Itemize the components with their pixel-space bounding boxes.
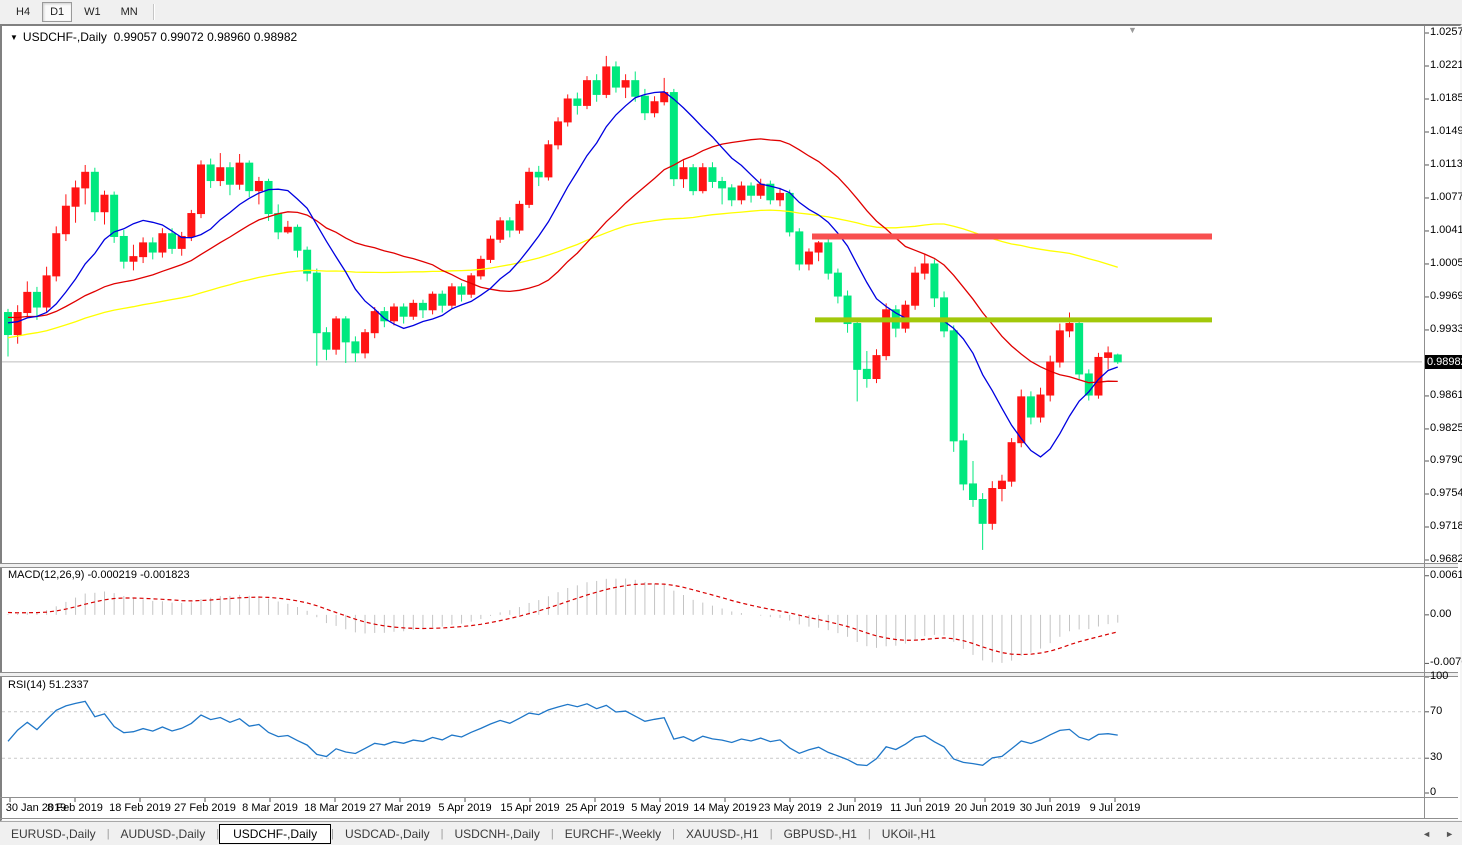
price-axis-border <box>1424 26 1425 818</box>
price-tick: 0.97540 <box>1430 487 1462 499</box>
chart-tab-ukoil-h1[interactable]: UKOil-,H1 <box>871 825 947 843</box>
price-tick: 0.98250 <box>1430 421 1462 434</box>
price-tick: 0.99330 <box>1430 322 1462 335</box>
rsi-indicator-label: RSI(14) 51.2337 <box>8 679 89 691</box>
timeframe-button-h4[interactable]: H4 <box>8 2 38 22</box>
price-tick: 1.00410 <box>1430 223 1462 236</box>
timeframe-button-w1[interactable]: W1 <box>76 2 109 22</box>
macd-tick: -0.00761 <box>1430 656 1462 669</box>
chart-tab-gbpusd-h1[interactable]: GBPUSD-,H1 <box>773 825 868 843</box>
chart-title: ▼ USDCHF-,Daily 0.99057 0.99072 0.98960 0… <box>10 30 297 44</box>
macd-signal-value: -0.001823 <box>140 569 190 581</box>
price-tick: 1.01490 <box>1430 124 1462 137</box>
current-price-tag: 0.98982 <box>1425 354 1462 369</box>
tab-scroll-right-icon[interactable]: ► <box>1445 829 1454 839</box>
rsi-tick: 100 <box>1430 670 1449 682</box>
price-tick: 0.96820 <box>1430 553 1462 565</box>
macd-name: MACD(12,26,9) <box>8 569 85 581</box>
macd-tick: 0.00 <box>1430 607 1452 620</box>
rsi-value: 51.2337 <box>48 679 89 691</box>
price-tick: 1.02210 <box>1430 58 1462 71</box>
macd-indicator-label: MACD(12,26,9) -0.000219 -0.001823 <box>8 569 190 581</box>
timeframe-toolbar: H4 D1 W1 MN <box>0 0 1462 25</box>
date-tick-label: 9 Jul 2019 <box>1089 802 1141 814</box>
ohlc-low: 0.98960 <box>207 30 251 44</box>
ohlc-open: 0.99057 <box>113 30 157 44</box>
pane-separator <box>0 797 1458 798</box>
rsi-tick: 30 <box>1430 751 1443 764</box>
macd-tick: 0.00613 <box>1430 568 1462 581</box>
pane-separator[interactable] <box>0 563 1458 568</box>
price-tick: 0.99690 <box>1430 289 1462 302</box>
macd-main-value: -0.000219 <box>87 569 138 581</box>
price-tick: 0.97180 <box>1430 520 1462 532</box>
chart-tab-usdcad-daily[interactable]: USDCAD-,Daily <box>334 825 441 843</box>
chart-tab-eurchf-weekly[interactable]: EURCHF-,Weekly <box>554 825 672 843</box>
toolbar-separator <box>152 4 155 20</box>
tab-scroll-left-icon[interactable]: ◄ <box>1422 829 1431 839</box>
chart-tab-usdchf-daily[interactable]: USDCHF-,Daily <box>219 824 332 844</box>
chart-tab-bar: EURUSD-,Daily | AUDUSD-,Daily | USDCHF-,Dail… <box>0 821 1462 845</box>
price-tick: 1.01130 <box>1430 157 1462 170</box>
chart-window[interactable] <box>0 24 1462 822</box>
price-tick: 1.00770 <box>1430 190 1462 203</box>
timeframe-button-d1[interactable]: D1 <box>42 2 73 22</box>
price-tick: 0.97900 <box>1430 454 1462 467</box>
ohlc-high: 0.99072 <box>160 30 204 44</box>
symbol-dropdown-icon[interactable]: ▼ <box>10 33 18 42</box>
price-tick: 1.01850 <box>1430 91 1462 104</box>
chart-tab-audusd-daily[interactable]: AUDUSD-,Daily <box>110 825 217 843</box>
chart-tab-eurusd-daily[interactable]: EURUSD-,Daily <box>0 825 107 843</box>
price-tick: 1.00050 <box>1430 256 1462 269</box>
mt4-workspace: H4 D1 W1 MN ▼ USDCHF-,Daily 0.99057 0.99072 … <box>0 0 1462 845</box>
price-tick: 1.02570 <box>1430 26 1462 38</box>
ohlc-close: 0.98982 <box>253 30 298 44</box>
symbol-name: USDCHF-,Daily <box>22 30 107 44</box>
rsi-tick: 0 <box>1430 786 1437 798</box>
date-axis-border <box>0 818 1458 819</box>
price-tick: 0.98610 <box>1430 388 1462 401</box>
chart-shift-marker-icon: ▼ <box>1128 25 1137 35</box>
rsi-tick: 70 <box>1430 704 1443 717</box>
rsi-name: RSI(14) <box>8 679 46 691</box>
chart-tab-usdcnh-daily[interactable]: USDCNH-,Daily <box>444 825 551 843</box>
pane-separator[interactable] <box>0 672 1458 677</box>
chart-tab-xauusd-h1[interactable]: XAUUSD-,H1 <box>675 825 770 843</box>
timeframe-button-mn[interactable]: MN <box>113 2 146 22</box>
